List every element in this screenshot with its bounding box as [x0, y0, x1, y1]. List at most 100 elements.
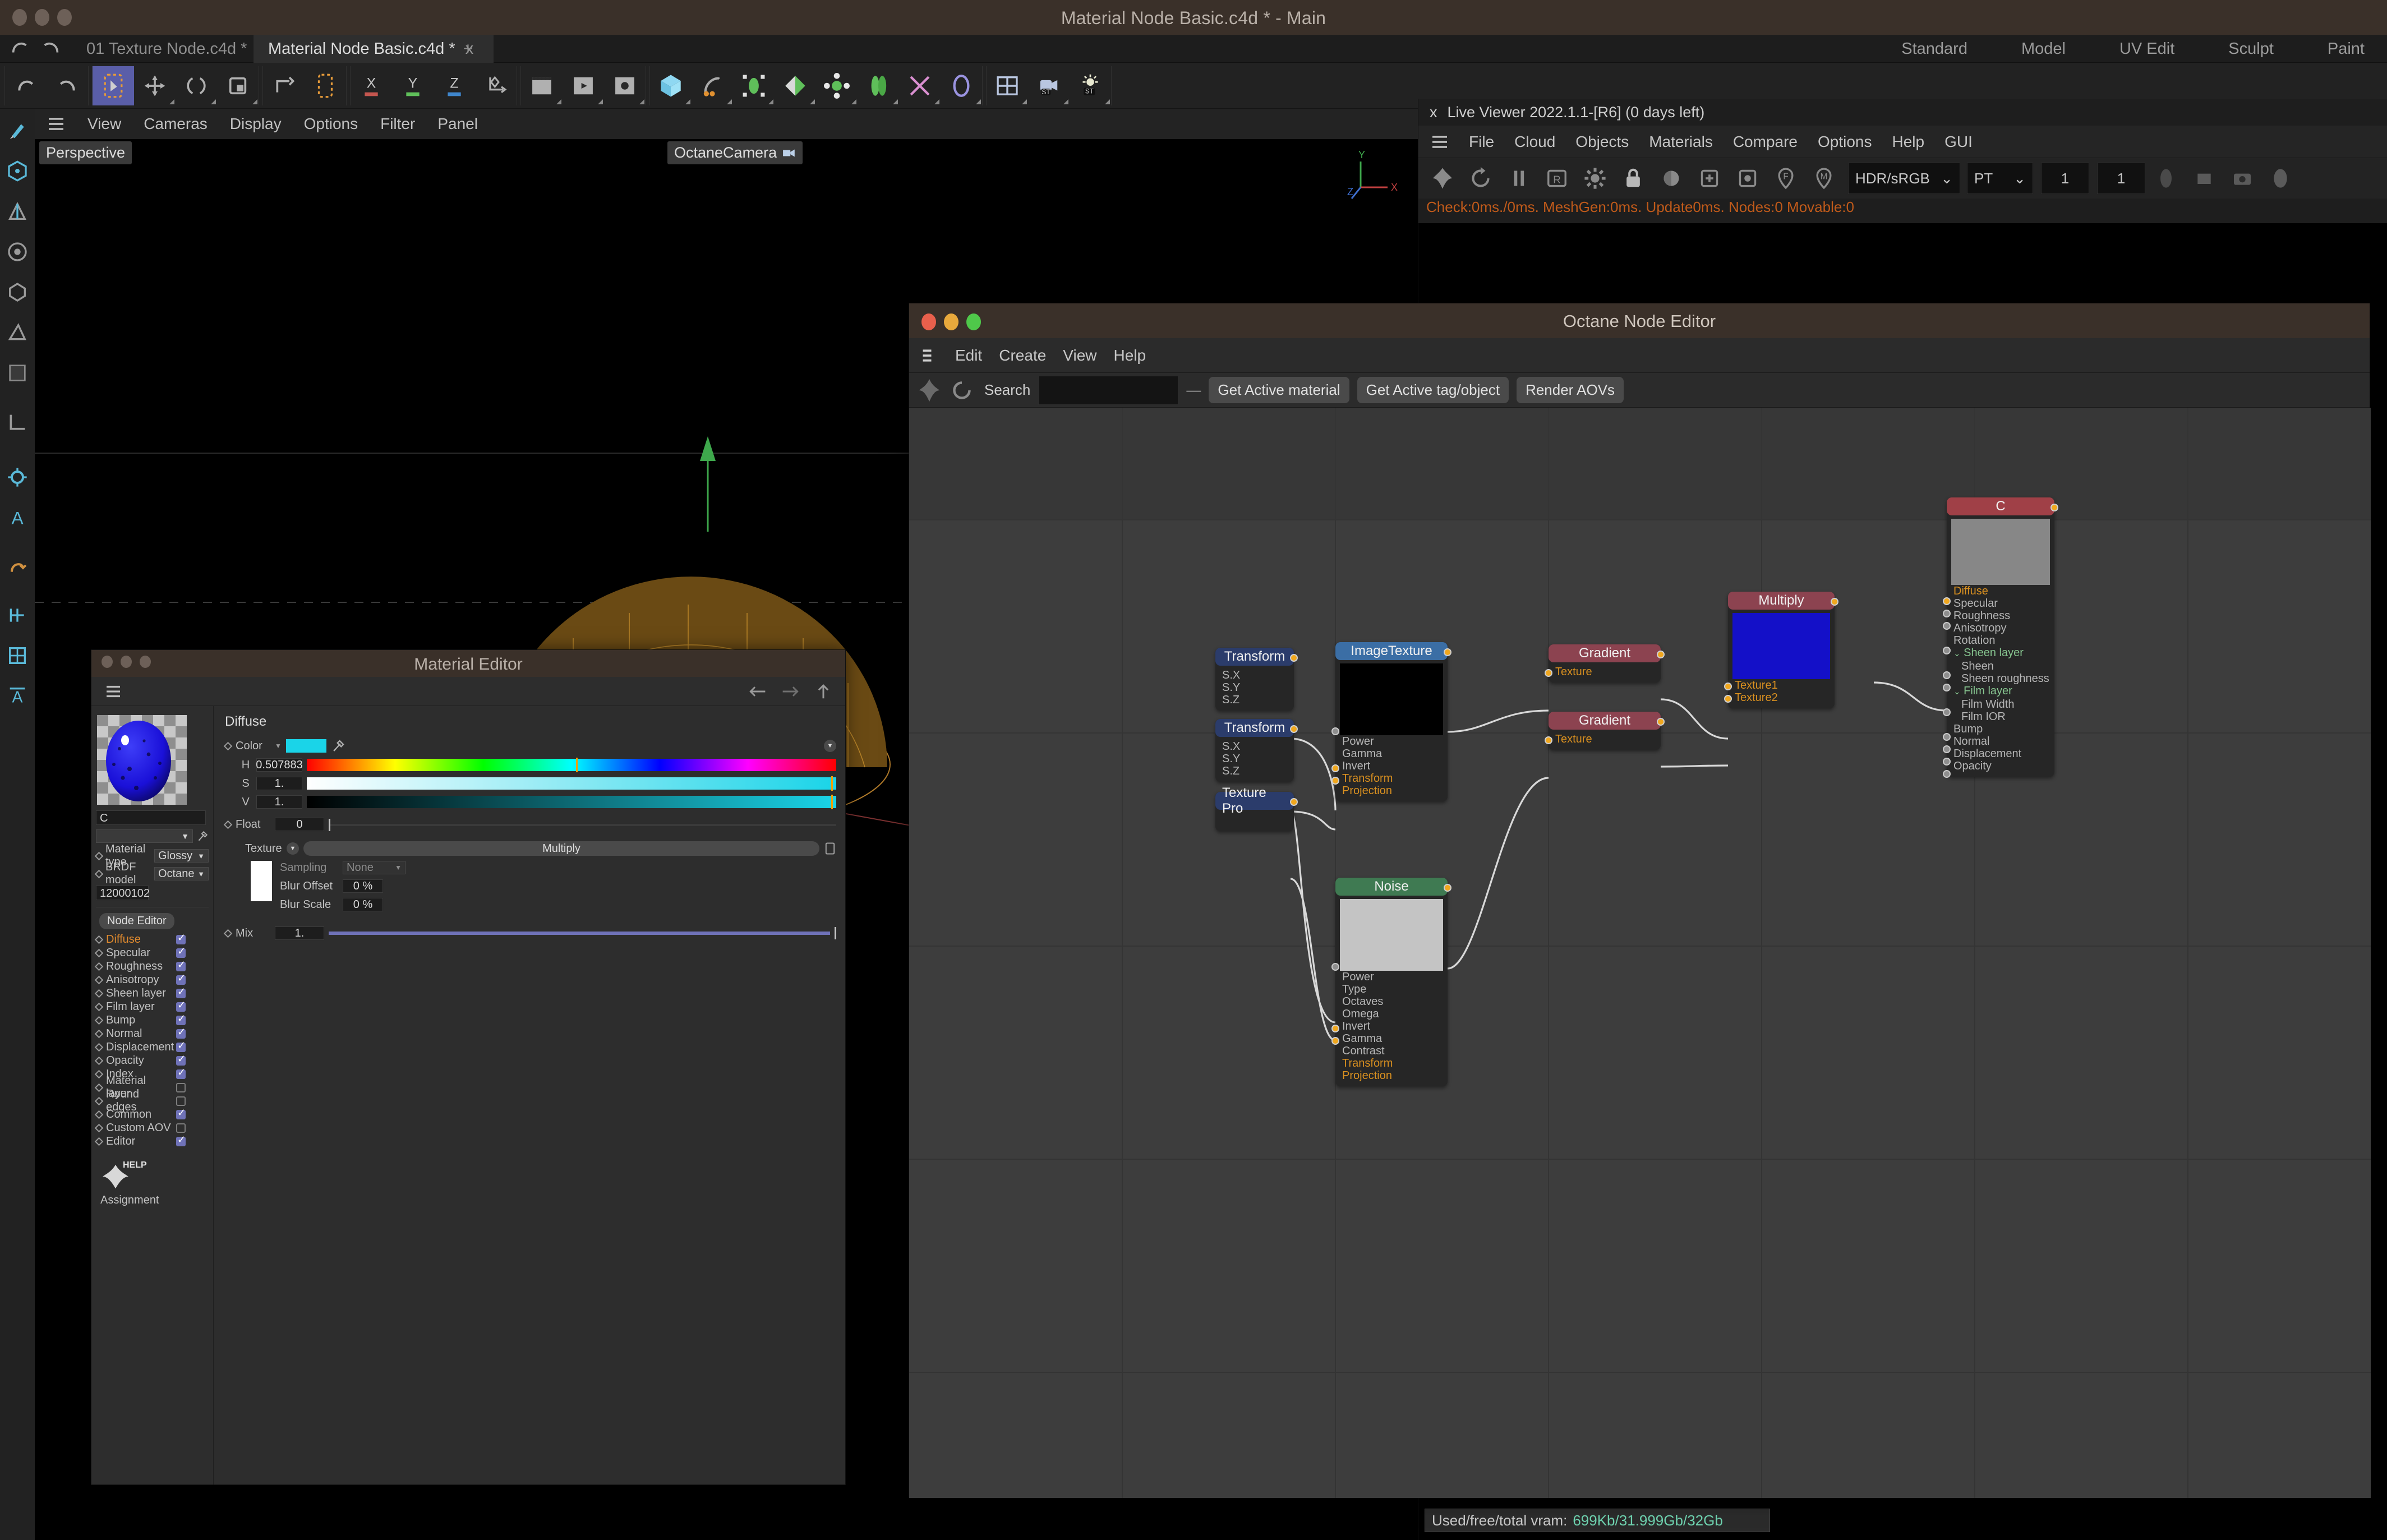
node-image-texture-output-port[interactable]	[1444, 648, 1451, 656]
channel-checkbox[interactable]	[176, 1013, 186, 1025]
document-tab-0[interactable]: 01 Texture Node.c4d *	[72, 35, 261, 63]
add-object-icon[interactable]	[1692, 161, 1727, 196]
spline-pen-button[interactable]	[692, 66, 733, 105]
move-tool-button[interactable]	[134, 66, 176, 105]
world-axis-button[interactable]	[263, 66, 305, 105]
keyframe-diamond-icon[interactable]	[94, 1016, 104, 1025]
node-transform-2[interactable]: Transform S.X S.Y S.Z	[1215, 719, 1298, 782]
model-mode-icon[interactable]	[2, 277, 33, 307]
array-button[interactable]	[775, 66, 816, 105]
enable-axis-button[interactable]	[305, 66, 346, 105]
port-sheen-roughness-in[interactable]	[1943, 684, 1951, 691]
channel-checkbox[interactable]	[176, 999, 186, 1012]
param-sheen-layer-group[interactable]: ⌄ Sheen layer	[1953, 647, 2050, 660]
node-material-output[interactable]: C Diffuse Specular Roughness Anisotropy …	[1943, 497, 2058, 778]
texture-dropdown-icon[interactable]: ▼	[287, 842, 299, 855]
texture-mode-icon[interactable]	[2, 317, 33, 348]
layout-tab-paint[interactable]: Paint	[2328, 40, 2365, 58]
material-editor-forward-icon[interactable]	[781, 684, 800, 699]
toolbar-undo-button[interactable]	[5, 66, 47, 105]
port-bump-in[interactable]	[1943, 733, 1951, 741]
keyframe-diamond-icon[interactable]	[94, 1110, 104, 1119]
object-world-coord-button[interactable]	[475, 66, 517, 105]
port-diffuse-in[interactable]	[1943, 597, 1951, 605]
channel-checkbox[interactable]	[176, 986, 186, 998]
snap-settings-icon[interactable]	[2, 462, 33, 492]
keyframe-diamond-icon[interactable]	[94, 962, 104, 971]
fit-view-icon[interactable]	[2187, 161, 2222, 196]
channel-checkbox[interactable]	[176, 972, 186, 985]
node-image-texture-header[interactable]: ImageTexture	[1335, 642, 1448, 660]
copy-texture-icon[interactable]	[824, 842, 836, 855]
save-render-icon[interactable]	[2225, 161, 2260, 196]
lock-x-axis-button[interactable]: X	[351, 66, 392, 105]
render-view-button[interactable]	[521, 66, 563, 105]
node-material-header[interactable]: C	[1947, 497, 2054, 515]
hue-field[interactable]: 0.507883	[256, 758, 303, 772]
focus-pin-icon[interactable]: F	[1768, 161, 1803, 196]
keyframe-diamond-icon[interactable]	[94, 975, 104, 984]
node-texture-projection-header[interactable]: Texture Pro	[1215, 785, 1294, 816]
keyframe-diamond-icon[interactable]	[94, 1002, 104, 1011]
channel-row-round-edges[interactable]: Round edges	[94, 1088, 209, 1113]
texture-preview-swatch[interactable]	[251, 861, 272, 901]
focus-picker-icon[interactable]	[1730, 161, 1765, 196]
node-transform-1-output-port[interactable]	[1290, 654, 1298, 662]
octane-menu-view[interactable]: View	[1063, 347, 1096, 365]
restart-render-icon[interactable]	[1463, 161, 1498, 196]
node-gradient-2-header[interactable]: Gradient	[1549, 712, 1661, 730]
undo-icon[interactable]	[10, 38, 29, 57]
port-noise-transform-in[interactable]	[1331, 1025, 1339, 1032]
value-field[interactable]: 1.	[256, 795, 302, 809]
node-transform-1[interactable]: Transform S.X S.Y S.Z	[1215, 648, 1298, 711]
material-editor-up-icon[interactable]	[815, 683, 832, 700]
material-editor-back-icon[interactable]	[748, 684, 767, 699]
layout-tab-uv-edit[interactable]: UV Edit	[2119, 40, 2174, 58]
aov-toggle-icon[interactable]	[2149, 161, 2183, 196]
port-roughness-in[interactable]	[1943, 622, 1951, 630]
light-button[interactable]: ST	[1070, 66, 1111, 105]
keyframe-diamond-icon[interactable]	[223, 741, 233, 750]
channel-row-roughness[interactable]: Roughness	[94, 959, 209, 973]
port-gradient-1-texture-in[interactable]	[1545, 669, 1552, 677]
lock-axis-a-icon[interactable]: A	[2, 681, 33, 711]
viewport-menu-view[interactable]: View	[87, 115, 121, 133]
live-viewer-menu-compare[interactable]: Compare	[1733, 133, 1798, 151]
port-power-in[interactable]	[1331, 727, 1339, 735]
keyframe-diamond-icon[interactable]	[223, 820, 233, 829]
octane-hamburger-icon[interactable]	[921, 348, 938, 363]
channel-row-anisotropy[interactable]: Anisotropy	[94, 972, 209, 986]
live-viewer-menu-materials[interactable]: Materials	[1649, 133, 1713, 151]
port-normal-in[interactable]	[1943, 745, 1951, 753]
keyframe-diamond-icon[interactable]	[94, 1069, 104, 1078]
channel-checkbox[interactable]	[176, 959, 186, 971]
channel-checkbox[interactable]	[176, 1026, 186, 1039]
blur-scale-field[interactable]: 0 %	[343, 898, 383, 911]
mix-field[interactable]: 1.	[275, 926, 324, 940]
node-noise-header[interactable]: Noise	[1335, 878, 1448, 896]
lock-axis-x-icon[interactable]	[2, 600, 33, 630]
get-active-material-button[interactable]: Get Active material	[1209, 377, 1349, 403]
port-opacity-in[interactable]	[1943, 770, 1951, 778]
uv-mode-icon[interactable]	[2, 358, 33, 388]
octane-menu-create[interactable]: Create	[999, 347, 1046, 365]
material-editor-hamburger-icon[interactable]	[105, 685, 122, 698]
channel-row-displacement[interactable]: Displacement	[94, 1040, 209, 1054]
channel-checkbox[interactable]	[176, 1096, 186, 1106]
live-viewer-close-icon[interactable]: x	[1430, 104, 1437, 121]
get-active-tag-object-button[interactable]: Get Active tag/object	[1357, 377, 1509, 403]
color-expand-icon[interactable]: ▼	[824, 740, 836, 752]
live-viewer-menu-help[interactable]: Help	[1892, 133, 1925, 151]
node-noise[interactable]: Noise Power Type Octaves Omega Invert Ga…	[1331, 878, 1451, 1086]
channel-checkbox[interactable]	[176, 1123, 186, 1133]
keyframe-diamond-icon[interactable]	[94, 989, 104, 998]
annotation-icon[interactable]: A	[2, 502, 33, 533]
hue-slider[interactable]	[307, 758, 836, 772]
viewport-menu-options[interactable]: Options	[304, 115, 358, 133]
brush-tool-icon[interactable]	[2, 116, 33, 146]
channel-row-diffuse[interactable]: Diffuse	[94, 932, 209, 946]
render-settings-gear-icon[interactable]	[1578, 161, 1612, 196]
value-slider[interactable]	[307, 795, 836, 809]
points-mode-icon[interactable]	[2, 156, 33, 186]
keyframe-diamond-icon[interactable]	[94, 1029, 104, 1038]
